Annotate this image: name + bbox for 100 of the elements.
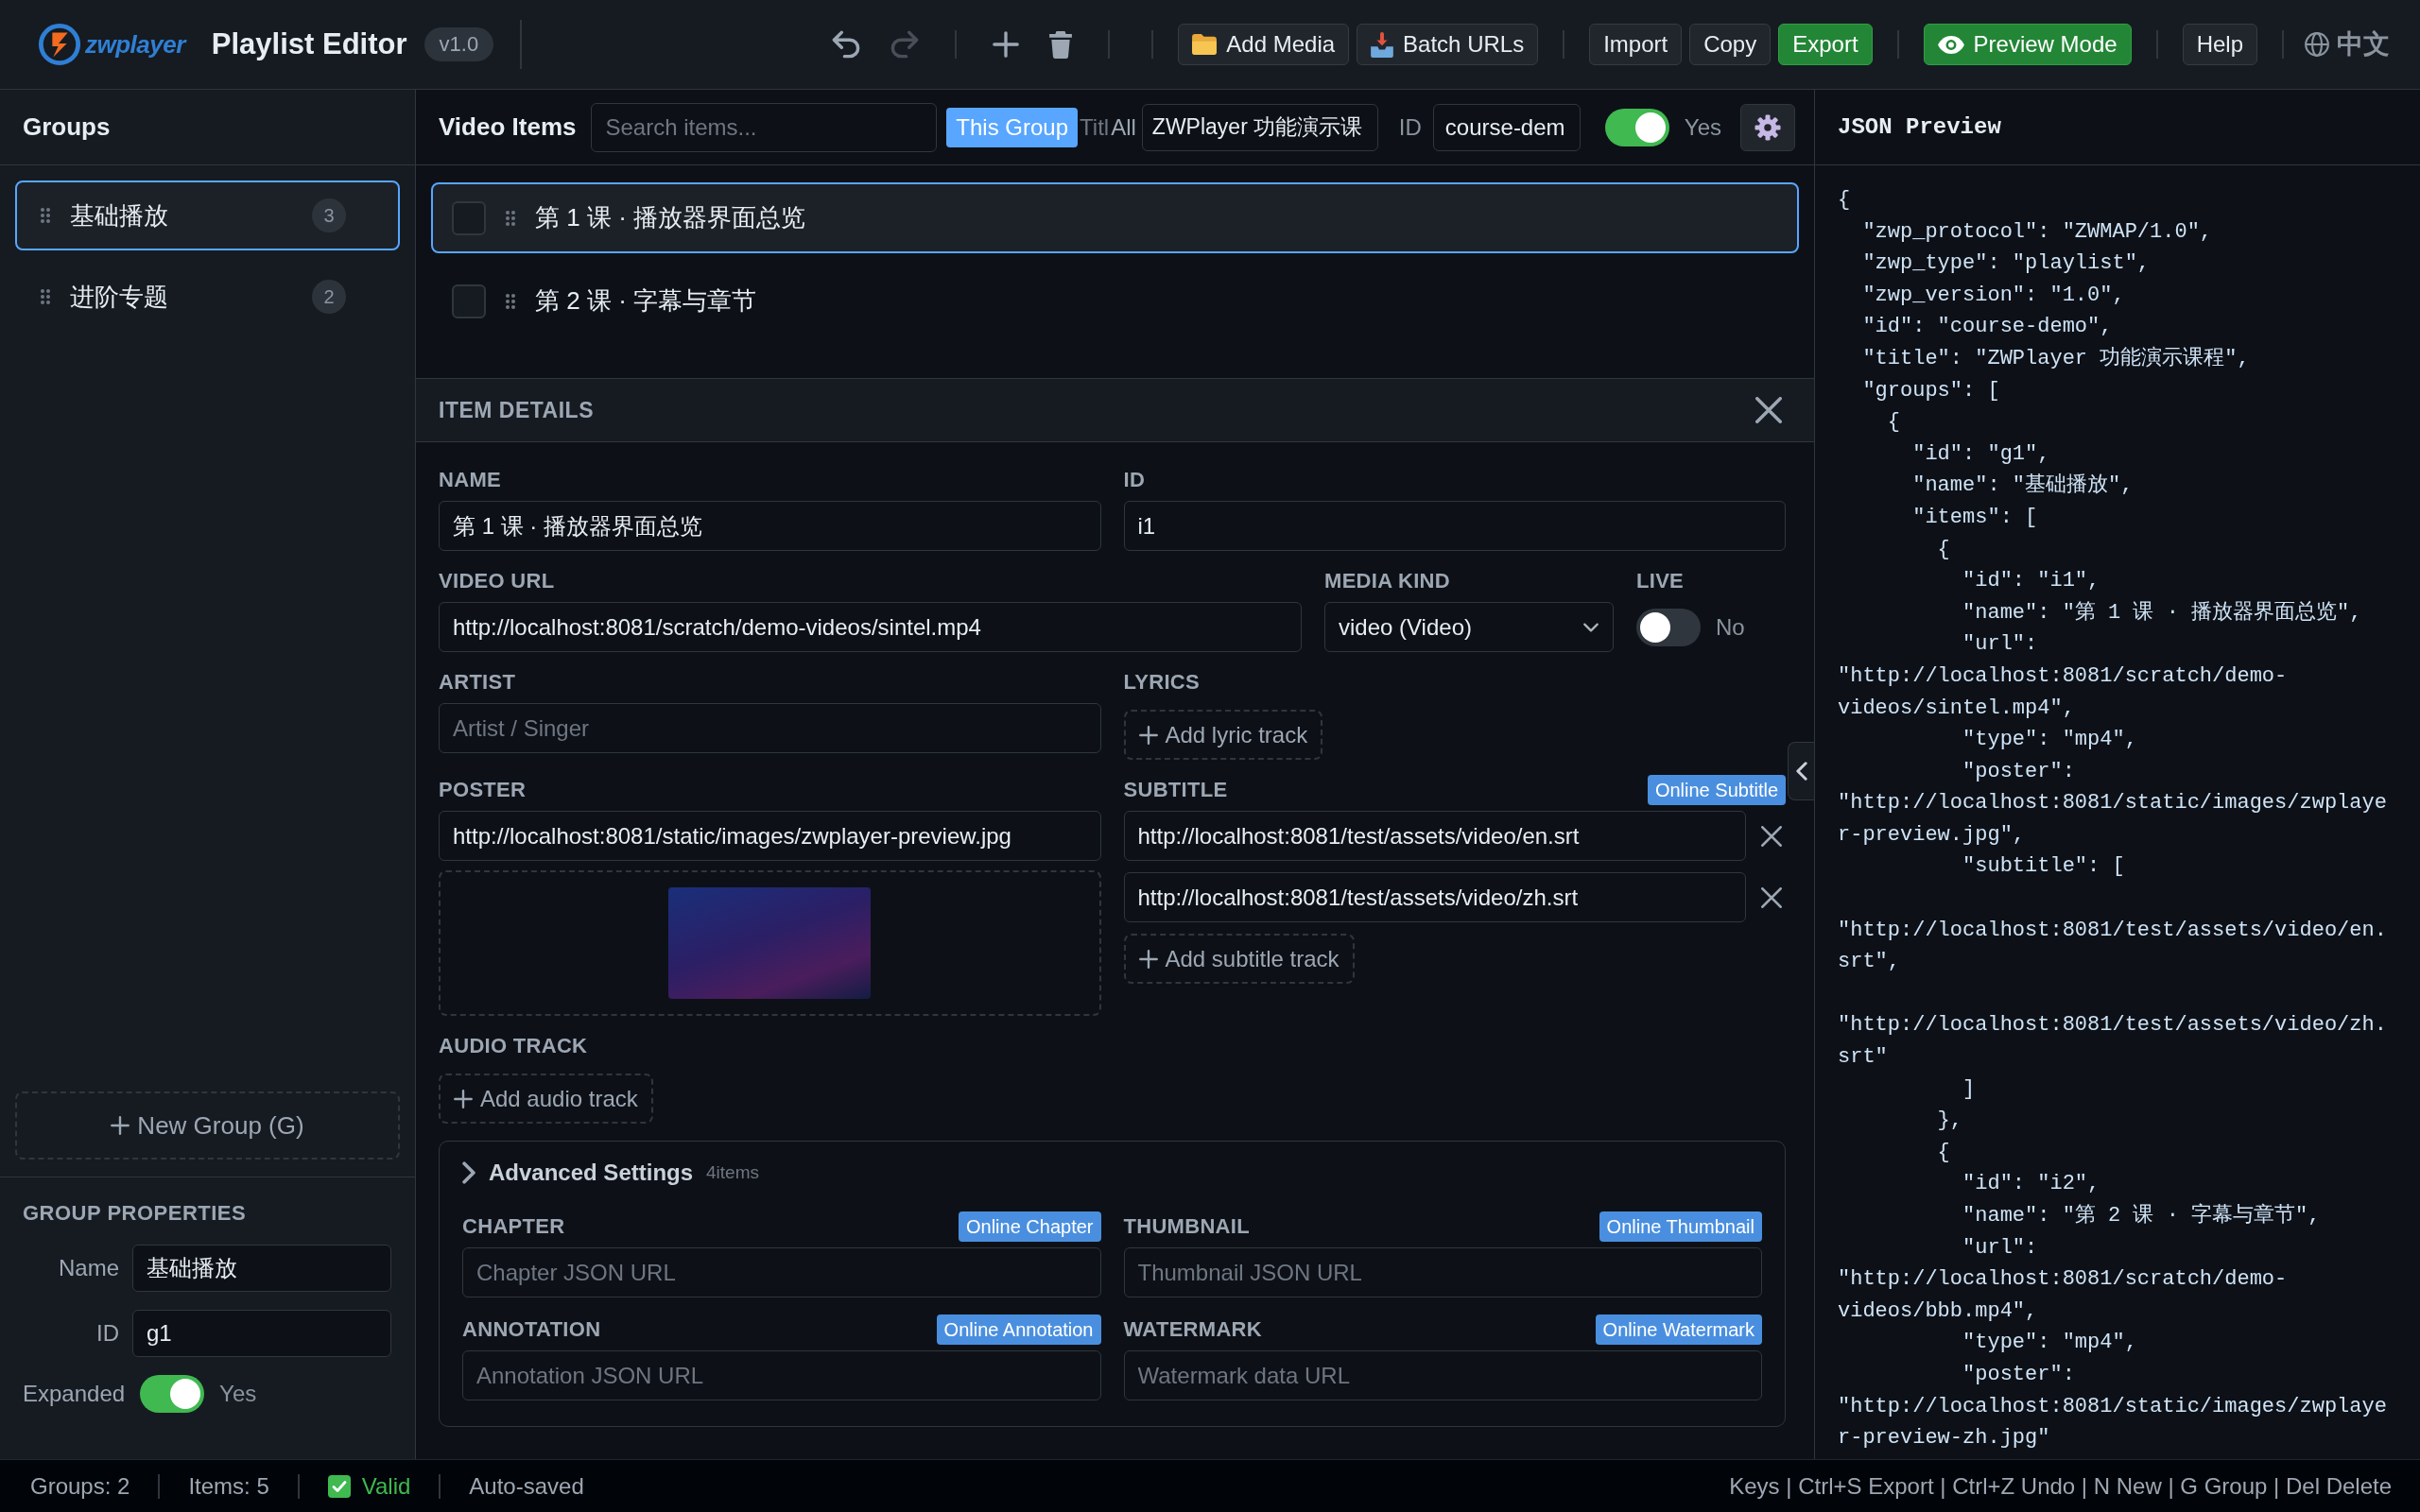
field-label: ID: [1398, 112, 1422, 142]
gear-icon: [1754, 113, 1781, 141]
text-field[interactable]: http://localhost:8081/static/images/zwplayer-preview.jpg: [439, 811, 1101, 861]
eye-icon: [1937, 35, 1964, 54]
status-text: Auto-saved: [469, 1471, 584, 1501]
text-field[interactable]: http://localhost:8081/scratch/demo-videos/sintel.mp4: [439, 602, 1302, 652]
logo-icon: [38, 23, 81, 66]
toolbar-button[interactable]: Import: [1589, 24, 1683, 65]
section-title: GROUP PROPERTIES: [23, 1200, 248, 1227]
folder-icon: [1192, 34, 1218, 55]
text-field[interactable]: Artist / Singer: [439, 703, 1101, 753]
toggle-switch[interactable]: [1636, 608, 1701, 646]
new-group-button[interactable]: New Group (G): [15, 1091, 400, 1160]
text-field[interactable]: i1: [1123, 501, 1786, 551]
text-field[interactable]: course-dem: [1432, 103, 1581, 151]
group-item[interactable]: 进阶专题 2: [15, 262, 400, 332]
add-lyric-button[interactable]: Add lyric track: [1123, 710, 1323, 760]
status-text: Items: 5: [188, 1471, 269, 1501]
item-count: 4items: [706, 1160, 759, 1184]
field-label: Titl: [1080, 112, 1110, 142]
toolbar-button[interactable]: Copy: [1689, 24, 1772, 65]
chevron-left-icon: [1795, 762, 1807, 781]
shortcut-hint: Keys | Ctrl+S Export | Ctrl+Z Undo | N New | G Group | Del Delete: [1729, 1471, 2392, 1501]
collapse-tab[interactable]: [1788, 742, 1814, 800]
panel-title: Video Items: [439, 112, 577, 143]
chevron-right-icon[interactable]: [462, 1161, 475, 1184]
field-label: Expanded: [23, 1380, 126, 1408]
field-label: VIDEO URL: [439, 568, 556, 594]
undo-icon[interactable]: [832, 30, 861, 59]
drag-handle-icon[interactable]: [41, 289, 50, 304]
text-field[interactable]: Chapter JSON URL: [462, 1247, 1101, 1297]
globe-icon: [2305, 32, 2329, 57]
toolbar-button[interactable]: Add Media: [1178, 24, 1350, 65]
plus-icon: [1138, 725, 1158, 745]
help-button[interactable]: Help: [2182, 24, 2257, 65]
plus-icon: [1138, 949, 1158, 969]
checkbox[interactable]: [452, 284, 486, 318]
section-title: Advanced Settings: [489, 1159, 694, 1187]
status-text: Valid: [361, 1471, 411, 1501]
toggle-switch[interactable]: [1604, 108, 1669, 146]
text-field[interactable]: 基础播放: [132, 1245, 391, 1292]
field-label: NAME: [439, 467, 502, 493]
logo-text: zwplayer: [85, 28, 185, 60]
search-field[interactable]: Search items...: [591, 102, 938, 152]
select-field[interactable]: video (Video): [1324, 602, 1614, 652]
toolbar-button[interactable]: Batch URLs: [1357, 24, 1539, 65]
drag-handle-icon[interactable]: [506, 293, 515, 309]
app-title: Playlist Editor: [211, 26, 407, 62]
field-label: LIVE: [1636, 568, 1685, 594]
field-label: AUDIO TRACK: [439, 1033, 589, 1059]
field-label: MEDIA KIND: [1324, 568, 1451, 594]
group-item[interactable]: 基础播放 3: [15, 180, 400, 250]
text-field[interactable]: Thumbnail JSON URL: [1123, 1247, 1762, 1297]
close-icon[interactable]: [1761, 886, 1782, 908]
toolbar-button[interactable]: Export: [1778, 24, 1873, 65]
toggle-switch[interactable]: [140, 1375, 205, 1413]
field-label: ID: [1123, 467, 1147, 493]
scope-tab[interactable]: All: [1111, 107, 1136, 147]
drag-handle-icon[interactable]: [41, 208, 50, 223]
field-label: ANNOTATION: [462, 1316, 601, 1343]
inbox-tray-icon: [1371, 31, 1394, 58]
version-badge: v1.0: [424, 26, 494, 62]
text-field[interactable]: Watermark data URL: [1123, 1350, 1762, 1400]
preview-mode-button[interactable]: Preview Mode: [1923, 24, 2132, 65]
add-audio-button[interactable]: Add audio track: [439, 1074, 653, 1124]
text-field[interactable]: ZWPlayer 功能演示课: [1141, 103, 1378, 151]
text-field[interactable]: 第 1 课 · 播放器界面总览: [439, 501, 1101, 551]
list-item[interactable]: 第 1 课 · 播放器界面总览: [431, 182, 1799, 253]
status-text: Groups: 2: [30, 1471, 130, 1501]
json-text: { "zwp_protocol": "ZWMAP/1.0", "zwp_type": "playlist", "zwp_version": "1.0", "id": "course-demo", "title": "ZWPlayer 功能演示课程", "groups": [ { "id": "g1", "name": "基础播放", "items": [ { "id": "i1", "name": "第 1 课 · 播放器界面总览", "url": "http://localhost:8081/scratch/demo- videos/sintel.mp4", "type": "mp4", "poster": "http://localhost:8081/static/images/zwplaye r-preview.jpg", "subtitle": [ "http://localhost:8081/test/assets/video/en. srt", "http://localhost:8081/test/assets/video/zh. srt" ] }, { "id": "i2", "name": "第 2 课 · 字幕与章节", "url": "http://localhost:8081/scratch/demo- videos/bbb.mp4", "type": "mp4", "poster": "http://localhost:8081/static/images/zwplaye r-preview-zh.jpg": [1837, 187, 2388, 1452]
trash-icon[interactable]: [1049, 30, 1073, 59]
language-button[interactable]: 中文: [2305, 25, 2390, 64]
plus-icon: [454, 1089, 473, 1108]
close-icon[interactable]: [1761, 825, 1782, 847]
list-item[interactable]: 第 2 课 · 字幕与章节: [431, 266, 1799, 336]
panel-title: Groups: [23, 112, 111, 143]
field-label: SUBTITLE: [1123, 777, 1228, 803]
text-field[interactable]: Annotation JSON URL: [462, 1350, 1101, 1400]
count-badge: 3: [312, 198, 346, 232]
toggle-state: Yes: [1684, 112, 1721, 142]
plus-icon[interactable]: [993, 31, 1020, 58]
close-icon[interactable]: [1755, 397, 1782, 423]
count-badge: 2: [312, 280, 346, 314]
field-label: ARTIST: [439, 669, 517, 696]
text-field[interactable]: http://localhost:8081/test/assets/video/en.srt: [1123, 811, 1746, 861]
add-subtitle-button[interactable]: Add subtitle track: [1123, 934, 1355, 984]
section-title: ITEM DETAILS: [439, 396, 594, 424]
panel-title: JSON Preview: [1838, 112, 2001, 142]
field-label: THUMBNAIL: [1123, 1213, 1250, 1240]
field-label: Name: [57, 1254, 119, 1282]
text-field[interactable]: http://localhost:8081/test/assets/video/zh.srt: [1123, 872, 1746, 922]
checkbox[interactable]: [452, 200, 486, 235]
plus-icon: [111, 1116, 130, 1135]
field-label: CHAPTER: [462, 1213, 565, 1240]
toggle-state: Yes: [219, 1380, 257, 1408]
field-label: LYRICS: [1123, 669, 1201, 696]
drag-handle-icon[interactable]: [506, 210, 515, 226]
text-field[interactable]: g1: [132, 1310, 391, 1357]
field-label: ID: [95, 1319, 119, 1348]
settings-button[interactable]: [1740, 103, 1795, 151]
